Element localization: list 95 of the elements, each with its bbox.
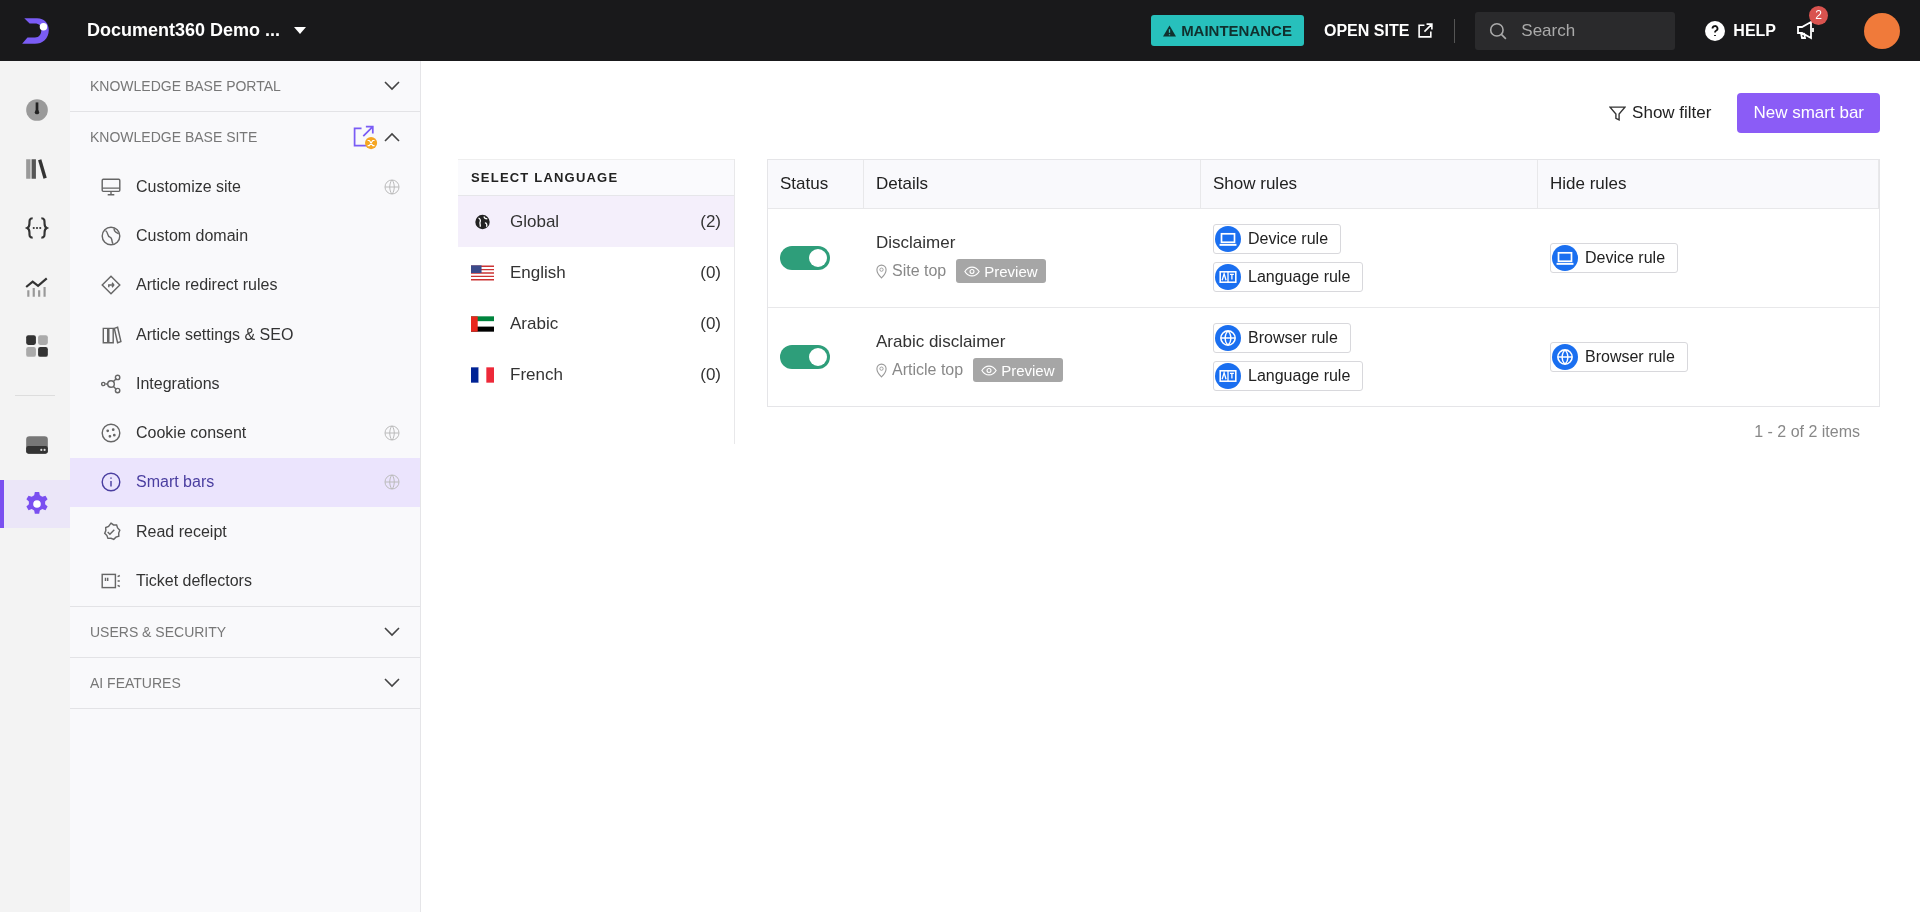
sidebar-item[interactable]: Cookie consent [70, 408, 420, 458]
sidebar-item-label: Read receipt [136, 522, 228, 541]
language-count: (0) [700, 364, 721, 385]
column-header: Show rules [1201, 160, 1538, 208]
language-item[interactable]: Arabic (0) [458, 298, 734, 349]
translate-icon [1215, 363, 1241, 389]
column-header: Hide rules [1538, 160, 1879, 208]
sidebar-item-label: Article redirect rules [136, 276, 279, 295]
chevron-down-icon[interactable] [384, 677, 400, 688]
settings-icon [24, 491, 50, 517]
info-icon [100, 471, 122, 494]
uae-flag-icon [471, 315, 494, 332]
eye-icon [964, 265, 981, 277]
search-field[interactable]: Search [1475, 11, 1676, 50]
gauge-icon [24, 97, 50, 123]
help-button[interactable]: HELP [1705, 20, 1776, 41]
language-name: Global [510, 211, 561, 232]
sidebar-item-label: Article settings & SEO [136, 325, 295, 344]
sidebar-item[interactable]: Integrations [70, 359, 420, 409]
new-smart-bar-button[interactable]: New smart bar [1737, 93, 1880, 133]
globe-icon [1215, 325, 1241, 351]
sidebar-item-label: Customize site [136, 177, 242, 196]
rule-label: Browser rule [1585, 348, 1675, 366]
section-header[interactable]: AI FEATURES [90, 674, 384, 691]
smart-bar-name: Arabic disclaimer [876, 332, 1006, 352]
sidebar-item-label: Integrations [136, 374, 221, 393]
globe-icon [100, 224, 122, 247]
open-site-button[interactable]: OPEN SITE [1323, 21, 1435, 40]
rule-label: Language rule [1248, 268, 1351, 286]
language-item[interactable]: English (0) [458, 247, 734, 298]
help-icon [1705, 20, 1726, 41]
location-pin-icon [876, 362, 887, 378]
globe-icon [1552, 344, 1578, 370]
sidebar-item-label: Custom domain [136, 226, 250, 245]
caret-icon [294, 27, 307, 34]
pagination-text: 1 - 2 of 2 items [1753, 423, 1861, 441]
warning-icon [1163, 24, 1177, 37]
code-braces-icon [24, 215, 50, 241]
position-text: Site top [892, 262, 947, 280]
position-text: Article top [892, 361, 964, 379]
language-item[interactable]: Global (2) [458, 196, 734, 247]
filter-icon [1609, 104, 1627, 122]
section-header[interactable]: KNOWLEDGE BASE PORTAL [90, 78, 384, 94]
project-dropdown[interactable]: Document360 Demo ... [87, 20, 307, 41]
section-header[interactable]: KNOWLEDGE BASE SITE [90, 129, 352, 145]
sidebar-item[interactable]: Article settings & SEO [70, 309, 420, 360]
language-name: English [510, 262, 567, 283]
sidebar-item[interactable]: Ticket deflectors [70, 556, 420, 606]
search-icon [1489, 21, 1508, 40]
chevron-down-icon[interactable] [384, 626, 400, 637]
language-item[interactable]: French (0) [458, 349, 734, 400]
language-name: Arabic [510, 313, 560, 334]
sidebar-item-label: Smart bars [136, 473, 216, 492]
chevron-up-icon[interactable] [384, 132, 400, 142]
status-toggle[interactable] [780, 246, 830, 270]
sidebar-item[interactable]: Smart bars [70, 457, 420, 508]
chevron-down-icon[interactable] [384, 81, 400, 91]
grid-icon [24, 333, 50, 359]
avatar[interactable] [1864, 12, 1900, 49]
laptop-icon [1215, 226, 1241, 252]
network-icon [100, 372, 122, 395]
eye-icon [981, 364, 998, 376]
rule-label: Language rule [1248, 367, 1351, 385]
books-icon [24, 156, 50, 182]
external-link-icon [1417, 22, 1435, 39]
france-flag-icon [471, 366, 494, 383]
sidebar-item[interactable]: Customize site [70, 162, 420, 212]
notification-badge: 2 [1809, 5, 1828, 25]
language-count: (0) [700, 313, 721, 334]
section-header[interactable]: USERS & SECURITY [90, 623, 384, 640]
sidebar-item[interactable]: Read receipt [70, 507, 420, 557]
language-count: (0) [700, 262, 721, 283]
column-header: Status [768, 160, 864, 208]
rule-label: Device rule [1585, 249, 1666, 267]
language-name: French [510, 364, 564, 385]
rule-label: Browser rule [1248, 329, 1338, 347]
external-link-icon[interactable] [352, 124, 378, 150]
sidebar-item-label: Cookie consent [136, 424, 248, 443]
cookie-icon [100, 422, 122, 445]
column-header: Details [864, 160, 1201, 208]
status-toggle[interactable] [780, 345, 830, 369]
panel-title: SELECT LANGUAGE [458, 159, 734, 196]
translate-icon [1215, 264, 1241, 290]
language-count: (2) [700, 211, 721, 232]
us-flag-icon [471, 264, 494, 281]
show-filter-button[interactable]: Show filter [1609, 103, 1712, 123]
rule-label: Device rule [1248, 230, 1329, 248]
maintenance-button[interactable]: MAINTENANCE [1151, 15, 1304, 46]
location-pin-icon [876, 263, 887, 279]
sidebar-item[interactable]: Article redirect rules [70, 260, 420, 310]
sidebar-item[interactable]: Custom domain [70, 211, 420, 261]
smart-bar-name: Disclaimer [876, 233, 956, 253]
laptop-icon [1552, 245, 1578, 271]
diamond-arrow-icon [100, 274, 122, 297]
sidebar-item-label: Ticket deflectors [136, 572, 253, 590]
